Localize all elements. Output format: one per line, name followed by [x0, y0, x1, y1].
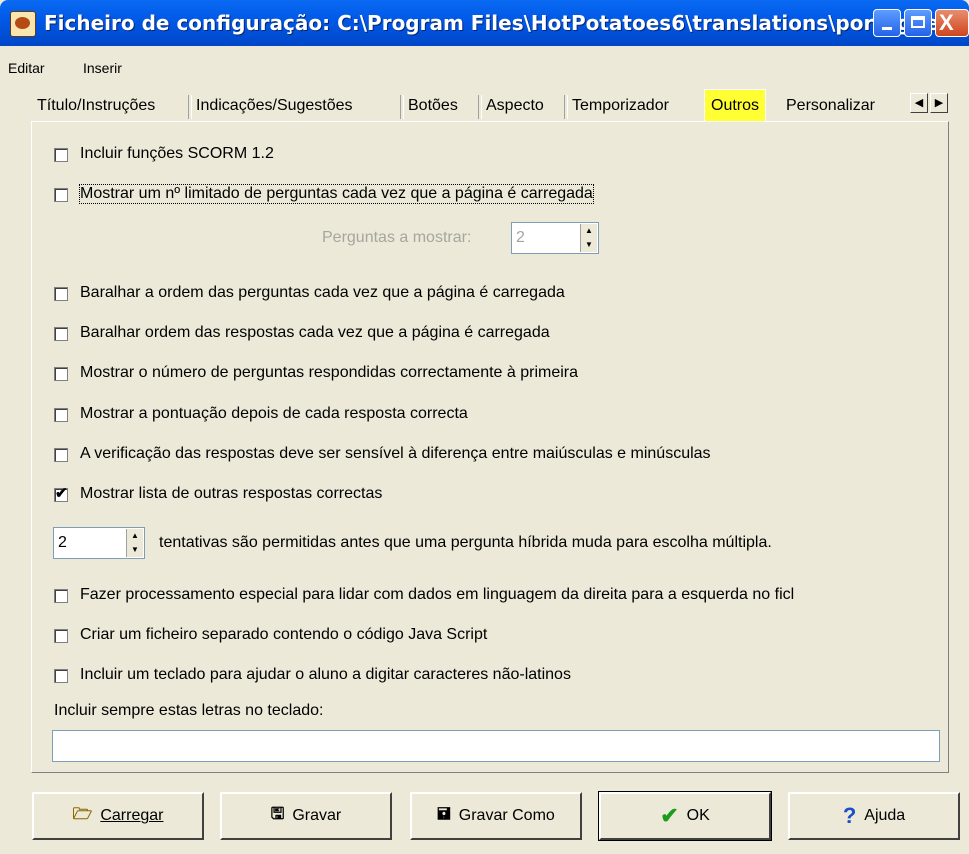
questions-to-show-value: 2	[516, 229, 525, 246]
window-title: Ficheiro de configuração: C:\Program Fil…	[44, 11, 969, 35]
tab-temporizador[interactable]: Temporizador	[572, 93, 669, 121]
show-first-correct-checkbox[interactable]	[54, 367, 68, 381]
maximize-icon	[911, 16, 925, 28]
load-button[interactable]: 🗁 Carregar	[32, 792, 204, 840]
tab-scroll-right-button[interactable]: ▶	[930, 93, 948, 113]
separate-js-checkbox[interactable]	[54, 629, 68, 643]
spinner-down-icon[interactable]: ▼	[127, 543, 143, 557]
shuffle-answers-label[interactable]: Baralhar ordem das respostas cada vez qu…	[80, 324, 550, 342]
shuffle-questions-checkbox[interactable]	[54, 287, 68, 301]
separate-js-label[interactable]: Criar um ficheiro separado contendo o có…	[80, 626, 487, 644]
close-icon: X	[939, 10, 954, 35]
save-button[interactable]: 🖫 Gravar	[220, 792, 392, 840]
shuffle-answers-checkbox[interactable]	[54, 327, 68, 341]
tab-strip: Título/Instruções Indicações/Sugestões B…	[30, 89, 950, 121]
keypad-letters-input[interactable]	[52, 730, 940, 762]
menu-bar: Editar Inserir	[0, 56, 969, 82]
tab-titulo[interactable]: Título/Instruções	[37, 93, 155, 121]
shuffle-questions-label[interactable]: Baralhar a ordem das perguntas cada vez …	[80, 284, 565, 302]
tab-separator	[188, 95, 192, 119]
help-button[interactable]: ? Ajuda	[788, 792, 960, 840]
ok-button-label: OK	[686, 807, 710, 824]
keypad-label[interactable]: Incluir um teclado para ajudar o aluno a…	[80, 666, 571, 684]
rtl-label[interactable]: Fazer processamento especial para lidar …	[80, 586, 942, 604]
tab-scroll-left-button[interactable]: ◀	[910, 93, 928, 113]
rtl-checkbox[interactable]	[54, 589, 68, 603]
show-other-answers-label[interactable]: Mostrar lista de outras respostas correc…	[80, 485, 382, 503]
close-button[interactable]: X	[935, 9, 969, 37]
tab-aspecto[interactable]: Aspecto	[486, 93, 544, 121]
show-score-checkbox[interactable]	[54, 408, 68, 422]
help-button-label: Ajuda	[864, 807, 906, 824]
questions-to-show-spinner[interactable]: 2 ▲ ▼	[511, 222, 599, 254]
checkmark-icon: ✔	[55, 485, 68, 502]
show-score-label[interactable]: Mostrar a pontuação depois de cada respo…	[80, 405, 468, 423]
tab-indicacoes[interactable]: Indicações/Sugestões	[196, 93, 353, 121]
floppy-disk-icon: 🖫	[270, 805, 285, 823]
tab-personalizar[interactable]: Personalizar	[786, 93, 875, 121]
minimize-button[interactable]	[873, 9, 901, 37]
maximize-button[interactable]	[904, 9, 932, 37]
show-other-answers-checkbox[interactable]: ✔	[54, 485, 68, 502]
folder-open-icon: 🗁	[72, 805, 93, 823]
save-as-button[interactable]: 🖬 Gravar Como	[410, 792, 582, 840]
save-button-label: Gravar	[292, 807, 342, 824]
limit-questions-label[interactable]: Mostrar um nº limitado de perguntas cada…	[79, 184, 594, 204]
spinner-up-icon[interactable]: ▲	[581, 224, 597, 238]
title-bar[interactable]: Ficheiro de configuração: C:\Program Fil…	[0, 0, 969, 46]
case-sensitive-label[interactable]: A verificação das respostas deve ser sen…	[80, 445, 711, 463]
load-button-label: Carregar	[100, 807, 164, 824]
keypad-letters-label: Incluir sempre estas letras no teclado:	[54, 702, 324, 719]
tries-spinner[interactable]: 2 ▲ ▼	[53, 527, 145, 559]
tab-separator	[478, 95, 482, 119]
floppy-save-as-icon: 🖬	[437, 805, 451, 823]
scorm-label[interactable]: Incluir funções SCORM 1.2	[80, 145, 274, 163]
tab-outros[interactable]: Outros	[704, 89, 767, 121]
spinner-arrows[interactable]: ▲ ▼	[580, 224, 597, 252]
questions-to-show-label: Perguntas a mostrar:	[322, 229, 472, 246]
tab-botoes[interactable]: Botões	[408, 93, 458, 121]
case-sensitive-checkbox[interactable]	[54, 448, 68, 462]
checkmark-icon: ✔	[660, 803, 679, 828]
tries-label: tentativas são permitidas antes que uma …	[159, 534, 772, 551]
tries-value: 2	[58, 534, 67, 551]
save-as-button-label: Gravar Como	[458, 807, 555, 824]
tab-separator	[564, 95, 568, 119]
scorm-checkbox[interactable]	[54, 148, 68, 162]
spinner-up-icon[interactable]: ▲	[127, 529, 143, 543]
keypad-checkbox[interactable]	[54, 669, 68, 683]
limit-questions-checkbox[interactable]	[54, 188, 68, 202]
menu-inserir[interactable]: Inserir	[83, 60, 122, 76]
tab-separator	[400, 95, 404, 119]
menu-editar[interactable]: Editar	[8, 60, 45, 76]
app-icon	[10, 11, 36, 37]
spinner-arrows[interactable]: ▲ ▼	[126, 529, 143, 557]
question-mark-icon: ?	[842, 803, 857, 828]
spinner-down-icon[interactable]: ▼	[581, 238, 597, 252]
minimize-icon	[882, 27, 892, 30]
show-first-correct-label[interactable]: Mostrar o número de perguntas respondida…	[80, 364, 578, 382]
ok-button[interactable]: ✔ OK	[598, 791, 772, 841]
